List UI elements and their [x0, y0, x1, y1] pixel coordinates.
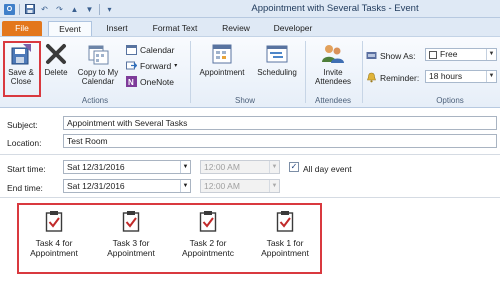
scheduling-label: Scheduling — [257, 68, 297, 77]
onenote-button[interactable]: N OneNote — [126, 75, 174, 88]
chevron-down-icon: ▼ — [486, 71, 496, 82]
attachment-task-4[interactable]: Task 4 for Appointment — [22, 210, 86, 258]
delete-button[interactable]: Delete — [40, 42, 72, 77]
calendar-label: Calendar — [140, 44, 175, 55]
forward-button[interactable]: Forward ▾ — [126, 59, 177, 72]
task-clipboard-icon — [199, 211, 217, 232]
reminder-label-row: Reminder: — [366, 71, 419, 84]
ribbon-tabs: File Event Insert Format Text Review Dev… — [0, 18, 500, 36]
reminder-value: 18 hours — [429, 71, 463, 81]
attachment-line2: Appointment — [30, 248, 78, 258]
reminder-dropdown[interactable]: 18 hours ▼ — [425, 70, 497, 83]
all-day-label: All day event — [303, 164, 352, 174]
people-icon — [321, 42, 345, 66]
invite-attendees-button[interactable]: Invite Attendees — [310, 42, 356, 86]
forward-dropdown-icon[interactable]: ▾ — [174, 62, 177, 69]
free-status-swatch — [429, 50, 437, 59]
end-time-value: 12:00 AM — [204, 181, 240, 191]
location-input[interactable]: Test Room — [63, 134, 497, 148]
reminder-bell-icon — [367, 72, 376, 83]
end-time-picker: 12:00 AM ▼ — [200, 179, 280, 193]
attendees-group-label: Attendees — [314, 96, 352, 105]
tab-file[interactable]: File — [2, 21, 42, 36]
show-as-label-row: Show As: — [366, 49, 415, 62]
end-time-label: End time: — [7, 183, 43, 193]
attachment-line2: Appointmentc — [182, 248, 234, 258]
end-date-picker[interactable]: Sat 12/31/2016 ▼ — [63, 179, 191, 193]
attachment-line2: Appointment — [107, 248, 155, 258]
appointment-button[interactable]: Appointment — [193, 42, 251, 77]
chevron-down-icon: ▼ — [269, 180, 279, 192]
show-as-dropdown[interactable]: Free ▼ — [425, 48, 497, 61]
tab-event[interactable]: Event — [48, 21, 92, 36]
attachment-task-3[interactable]: Task 3 for Appointment — [99, 210, 163, 258]
tab-developer[interactable]: Developer — [265, 21, 321, 36]
save-close-highlight — [3, 41, 41, 97]
group-divider — [190, 41, 191, 103]
start-date-picker[interactable]: Sat 12/31/2016 ▼ — [63, 160, 191, 174]
start-time-picker: 12:00 AM ▼ — [200, 160, 280, 174]
attachment-line2: Appointment — [261, 248, 309, 258]
tab-insert[interactable]: Insert — [100, 21, 134, 36]
chevron-down-icon: ▼ — [180, 161, 190, 173]
scheduling-button[interactable]: Scheduling — [252, 42, 302, 77]
attachment-line1: Task 2 for — [189, 238, 227, 248]
appointment-icon — [210, 42, 234, 66]
form-divider — [0, 197, 500, 198]
all-day-checkbox[interactable]: ✓ — [289, 162, 299, 172]
calendar-button[interactable]: Calendar — [126, 43, 175, 56]
attachment-line1: Task 1 for — [266, 238, 304, 248]
subject-input[interactable]: Appointment with Several Tasks — [63, 116, 497, 130]
calendar-icon — [126, 45, 137, 55]
title-bar: O ↶ ↷ ▲ ▼ ▾ Appointment with Several Tas… — [0, 0, 500, 18]
copy-to-calendar-button[interactable]: Copy to My Calendar — [72, 42, 124, 86]
scheduling-icon — [265, 42, 289, 66]
start-time-label: Start time: — [7, 164, 46, 174]
end-date-value: Sat 12/31/2016 — [67, 181, 125, 191]
task-clipboard-icon — [122, 211, 140, 232]
attachment-line1: Task 4 for — [35, 238, 73, 248]
group-divider — [305, 41, 306, 103]
subject-label: Subject: — [7, 120, 38, 130]
attachment-line1: Task 3 for — [112, 238, 150, 248]
copy-calendar-icon — [86, 42, 110, 66]
group-divider — [362, 41, 363, 103]
location-label: Location: — [7, 138, 42, 148]
onenote-icon: N — [126, 76, 137, 87]
start-time-value: 12:00 AM — [204, 162, 240, 172]
task-clipboard-icon — [276, 211, 294, 232]
tab-format-text[interactable]: Format Text — [142, 21, 208, 36]
attachment-task-2[interactable]: Task 2 for Appointmentc — [176, 210, 240, 258]
chevron-down-icon: ▼ — [269, 161, 279, 173]
chevron-down-icon: ▼ — [180, 180, 190, 192]
invite-attendees-label: Invite Attendees — [314, 68, 352, 86]
copy-calendar-label: Copy to My Calendar — [77, 68, 119, 86]
actions-group-label: Actions — [81, 96, 109, 105]
appointment-label: Appointment — [199, 68, 245, 77]
delete-label: Delete — [44, 68, 68, 77]
show-group-label: Show — [234, 96, 255, 105]
show-as-value: Free — [440, 49, 458, 59]
forward-label: Forward — [140, 60, 172, 71]
reminder-label: Reminder: — [380, 72, 420, 83]
form-divider — [0, 154, 500, 155]
options-group-label: Options — [436, 96, 464, 105]
task-clipboard-icon — [45, 211, 63, 232]
start-date-value: Sat 12/31/2016 — [67, 162, 125, 172]
show-as-icon — [366, 52, 377, 59]
forward-icon — [126, 61, 137, 70]
delete-x-icon — [44, 42, 68, 66]
tab-review[interactable]: Review — [216, 21, 256, 36]
window-title: Appointment with Several Tasks - Event — [251, 3, 419, 14]
svg-text:N: N — [128, 78, 134, 87]
onenote-label: OneNote — [140, 76, 175, 87]
show-as-label: Show As: — [380, 50, 416, 61]
ribbon: Save & Close Delete Copy to My Calendar … — [0, 36, 500, 108]
chevron-down-icon: ▼ — [486, 49, 496, 60]
attachment-task-1[interactable]: Task 1 for Appointment — [253, 210, 317, 258]
